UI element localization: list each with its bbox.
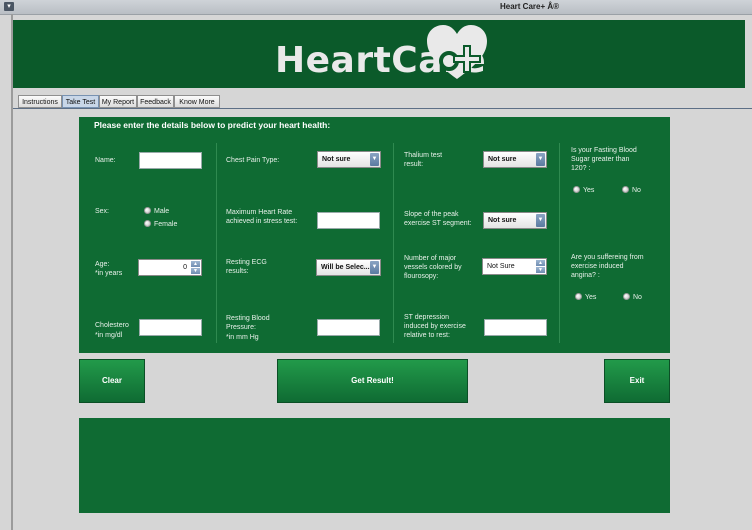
angina-yes-radio[interactable] — [575, 293, 582, 300]
fasting-sugar-label: Is your Fasting Blood Sugar greater than… — [571, 147, 637, 172]
max-heart-rate-label: Maximum Heart Rate achieved in stress te… — [226, 209, 298, 225]
fasting-sugar-yes-label: Yes — [583, 187, 595, 194]
chevron-down-icon[interactable]: ▼ — [370, 153, 379, 166]
sex-male-radio[interactable] — [144, 207, 151, 214]
cholesterol-label: Cholestero — [95, 322, 129, 329]
tab-feedback[interactable]: Feedback — [137, 95, 174, 108]
name-input[interactable] — [139, 152, 202, 169]
sex-male-label: Male — [154, 208, 170, 215]
age-stepper[interactable]: 0 ▲ ▼ — [138, 259, 202, 276]
tab-my-report[interactable]: My Report — [99, 95, 137, 108]
resting-bp-input[interactable] — [317, 319, 380, 336]
chevron-down-icon[interactable]: ▼ — [536, 153, 545, 166]
slope-selected: Not sure — [488, 217, 517, 224]
resting-ecg-selected: Will be Selec... — [321, 264, 370, 271]
slope-select[interactable]: Not sure ▼ — [483, 212, 547, 229]
tab-take-test[interactable]: Take Test — [62, 95, 99, 108]
thalium-select[interactable]: Not sure ▼ — [483, 151, 547, 168]
fasting-sugar-no-radio[interactable] — [622, 186, 629, 193]
thalium-selected: Not sure — [488, 156, 517, 163]
name-label: Name: — [95, 157, 116, 164]
tab-know-more[interactable]: Know More — [174, 95, 220, 108]
fasting-sugar-no-label: No — [632, 187, 641, 194]
chest-pain-label: Chest Pain Type: — [226, 157, 280, 164]
window-menu-icon[interactable]: ▾ — [4, 2, 14, 11]
age-value: 0 — [183, 264, 187, 271]
tab-instructions[interactable]: Instructions — [18, 95, 62, 108]
sex-female-label: Female — [154, 221, 178, 228]
window-title-bar: ▾ Heart Care+ Â® — [0, 0, 752, 15]
get-result-button[interactable]: Get Result! — [277, 359, 468, 403]
chevron-down-icon[interactable]: ▼ — [536, 214, 545, 227]
window-title: Heart Care+ Â® — [500, 2, 560, 11]
window-frame-edge — [11, 14, 13, 530]
slope-label: Slope of the peak exercise ST segment: — [404, 211, 472, 227]
form-heading: Please enter the details below to predic… — [94, 120, 331, 130]
chest-pain-selected: Not sure — [322, 156, 351, 163]
chevron-up-icon[interactable]: ▲ — [536, 260, 545, 266]
fasting-sugar-yes-radio[interactable] — [573, 186, 580, 193]
chevron-down-icon[interactable]: ▼ — [536, 267, 545, 273]
thalium-label: Thalium test result: — [404, 152, 443, 168]
exit-button[interactable]: Exit — [604, 359, 670, 403]
tab-separator — [13, 108, 752, 109]
clear-button[interactable]: Clear — [79, 359, 145, 403]
st-depression-input[interactable] — [484, 319, 547, 336]
column-divider — [559, 143, 560, 343]
max-heart-rate-input[interactable] — [317, 212, 380, 229]
column-divider — [393, 143, 394, 343]
age-unit: *in years — [95, 270, 123, 277]
column-divider — [216, 143, 217, 343]
cholesterol-unit: *in mg/dl — [95, 332, 123, 339]
resting-bp-unit: *in mm Hg — [226, 334, 259, 341]
angina-no-label: No — [633, 294, 642, 301]
resting-bp-label: Resting Blood Pressure: — [226, 315, 270, 331]
vessels-spinner[interactable]: Not Sure ▲ ▼ — [482, 258, 547, 275]
angina-yes-label: Yes — [585, 294, 597, 301]
angina-no-radio[interactable] — [623, 293, 630, 300]
result-panel — [79, 418, 670, 513]
heart-plus-icon — [427, 25, 487, 79]
sex-label: Sex: — [95, 208, 110, 215]
resting-ecg-select[interactable]: Will be Selec... ▼ — [316, 259, 381, 276]
st-depression-label: ST depression induced by exercise relati… — [404, 314, 466, 339]
chevron-down-icon[interactable]: ▼ — [191, 268, 200, 274]
chest-pain-select[interactable]: Not sure ▼ — [317, 151, 381, 168]
chevron-up-icon[interactable]: ▲ — [191, 261, 200, 267]
age-label: Age: — [95, 261, 110, 268]
chevron-down-icon[interactable]: ▼ — [370, 261, 379, 274]
angina-label: Are you suffereing from exercise induced… — [571, 254, 644, 279]
vessels-label: Number of major vessels colored by flour… — [404, 255, 462, 280]
sex-female-radio[interactable] — [144, 220, 151, 227]
cholesterol-input[interactable] — [139, 319, 202, 336]
brand-logo: HeartCare — [275, 23, 495, 85]
resting-ecg-label: Resting ECG results: — [226, 259, 267, 275]
vessels-value: Not Sure — [487, 263, 515, 270]
